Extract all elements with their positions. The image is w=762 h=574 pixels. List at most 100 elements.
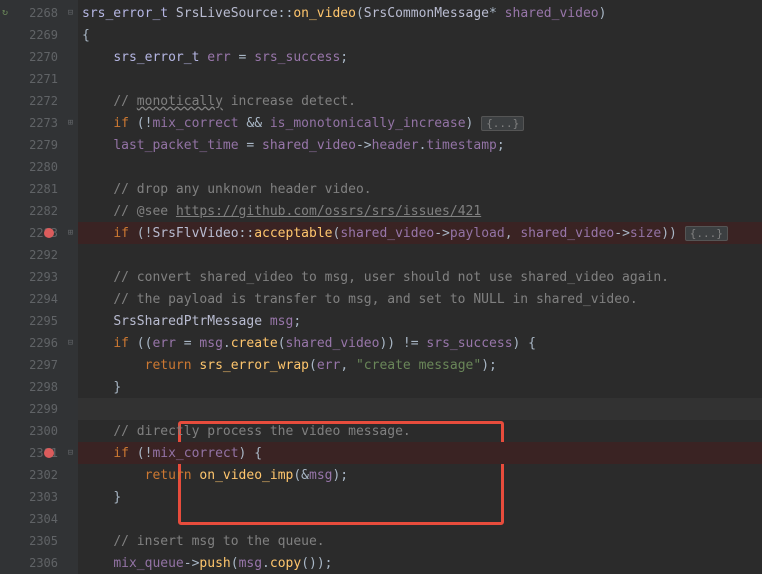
token: ( (332, 226, 340, 241)
gutter-line[interactable]: 2305 (0, 530, 78, 552)
code-line[interactable] (78, 398, 762, 420)
token: is_monotonically_increase (270, 116, 466, 131)
token: size (630, 226, 661, 241)
token: // insert msg to the queue. (113, 534, 324, 549)
code-line[interactable]: if (!SrsFlvVideo::acceptable(shared_vide… (78, 222, 762, 244)
gutter-line[interactable]: 2304 (0, 508, 78, 530)
code-line[interactable]: } (78, 486, 762, 508)
gutter-line[interactable]: 2299 (0, 398, 78, 420)
code-line[interactable]: // drop any unknown header video. (78, 178, 762, 200)
token: . (262, 556, 270, 571)
code-line[interactable]: // insert msg to the queue. (78, 530, 762, 552)
code-line[interactable] (78, 68, 762, 90)
token: mix_correct (152, 116, 238, 131)
gutter-line[interactable]: 2300 (0, 420, 78, 442)
code-line[interactable]: // directly process the video message. (78, 420, 762, 442)
line-number: 2269 (29, 28, 58, 42)
line-number: 2296 (29, 336, 58, 350)
code-line[interactable]: // the payload is transfer to msg, and s… (78, 288, 762, 310)
token: SrsSharedPtrMessage (113, 314, 262, 329)
fold-icon[interactable]: ⊟ (66, 449, 75, 458)
code-line[interactable]: // monotically increase detect. (78, 90, 762, 112)
token: msg (239, 556, 262, 571)
gutter-line[interactable]: 2270 (0, 46, 78, 68)
line-number: 2297 (29, 358, 58, 372)
fold-icon[interactable]: ⊞ (66, 229, 75, 238)
token: -> (184, 556, 200, 571)
token: )) (661, 226, 684, 241)
code-line[interactable]: SrsSharedPtrMessage msg; (78, 310, 762, 332)
token: return (145, 468, 192, 483)
gutter-line[interactable]: 2281 (0, 178, 78, 200)
token: -> (434, 226, 450, 241)
gutter-line[interactable]: 2306 (0, 552, 78, 574)
gutter-line[interactable]: 2273 ⊞ (0, 112, 78, 134)
gutter-line[interactable]: 2295 (0, 310, 78, 332)
breakpoint-icon[interactable] (44, 228, 54, 238)
token: shared_video (340, 226, 434, 241)
code-line[interactable]: { (78, 24, 762, 46)
code-area[interactable]: srs_error_t SrsLiveSource::on_video(SrsC… (78, 0, 762, 574)
gutter-line[interactable]: 2303 (0, 486, 78, 508)
fold-icon[interactable]: ⊟ (66, 339, 75, 348)
gutter-line[interactable]: 2271 (0, 68, 78, 90)
code-line[interactable]: if (!mix_correct) { (78, 442, 762, 464)
gutter-line[interactable]: 2302 (0, 464, 78, 486)
code-line[interactable] (78, 508, 762, 530)
code-line[interactable]: // @see https://github.com/ossrs/srs/iss… (78, 200, 762, 222)
vcs-marker-icon: ↻ (2, 7, 14, 19)
token: // directly process the video message. (113, 424, 410, 439)
gutter-line[interactable]: 2294 (0, 288, 78, 310)
line-number: 2305 (29, 534, 58, 548)
token: acceptable (254, 226, 332, 241)
code-line[interactable]: if ((err = msg.create(shared_video)) != … (78, 332, 762, 354)
folded-code[interactable]: {...} (685, 226, 728, 241)
code-line[interactable]: // convert shared_video to msg, user sho… (78, 266, 762, 288)
token: ( (231, 556, 239, 571)
token: , (340, 358, 356, 373)
token: srs_success (426, 336, 512, 351)
folded-code[interactable]: {...} (481, 116, 524, 131)
fold-icon[interactable]: ⊞ (66, 119, 75, 128)
code-line[interactable]: return srs_error_wrap(err, "create messa… (78, 354, 762, 376)
gutter-line[interactable]: 2283⊞ (0, 222, 78, 244)
token: err (317, 358, 340, 373)
line-number: 2273 (29, 116, 58, 130)
gutter-line[interactable]: 2297 (0, 354, 78, 376)
token: // @see (113, 204, 176, 219)
code-line[interactable]: mix_queue->push(msg.copy()); (78, 552, 762, 574)
code-line[interactable]: last_packet_time = shared_video->header.… (78, 134, 762, 156)
token: SrsCommonMessage (364, 6, 489, 21)
code-line[interactable] (78, 156, 762, 178)
gutter-line[interactable]: 2269 (0, 24, 78, 46)
code-line[interactable]: } (78, 376, 762, 398)
code-line[interactable]: srs_error_t SrsLiveSource::on_video(SrsC… (78, 2, 762, 24)
fold-icon[interactable]: ⊟ (66, 9, 75, 18)
gutter-line[interactable]: 2279 (0, 134, 78, 156)
gutter-line[interactable]: 2282 (0, 200, 78, 222)
gutter-line[interactable]: 2292 (0, 244, 78, 266)
gutter-line[interactable]: 2272 (0, 90, 78, 112)
gutter-line[interactable]: 2268⊟↻ (0, 2, 78, 24)
line-number: 2300 (29, 424, 58, 438)
token: ) { (513, 336, 536, 351)
gutter-line[interactable]: 2293 (0, 266, 78, 288)
token: if (113, 446, 129, 461)
token: shared_video (286, 336, 380, 351)
code-line[interactable]: return on_video_imp(&msg); (78, 464, 762, 486)
token: } (113, 490, 121, 505)
token: // the payload is transfer to msg, and s… (113, 292, 637, 307)
line-number: 2292 (29, 248, 58, 262)
breakpoint-icon[interactable] (44, 448, 54, 458)
line-number: 2293 (29, 270, 58, 284)
gutter-line[interactable]: 2280 (0, 156, 78, 178)
gutter-line[interactable]: 2296 ⊟ (0, 332, 78, 354)
code-line[interactable]: srs_error_t err = srs_success; (78, 46, 762, 68)
code-line[interactable]: if (!mix_correct && is_monotonically_inc… (78, 112, 762, 134)
token: err (207, 50, 230, 65)
gutter: 2268⊟↻22692270227122722273⊞2279228022812… (0, 0, 78, 574)
gutter-line[interactable]: 2298 (0, 376, 78, 398)
code-line[interactable] (78, 244, 762, 266)
gutter-line[interactable]: 2301⊟ (0, 442, 78, 464)
token (192, 358, 200, 373)
